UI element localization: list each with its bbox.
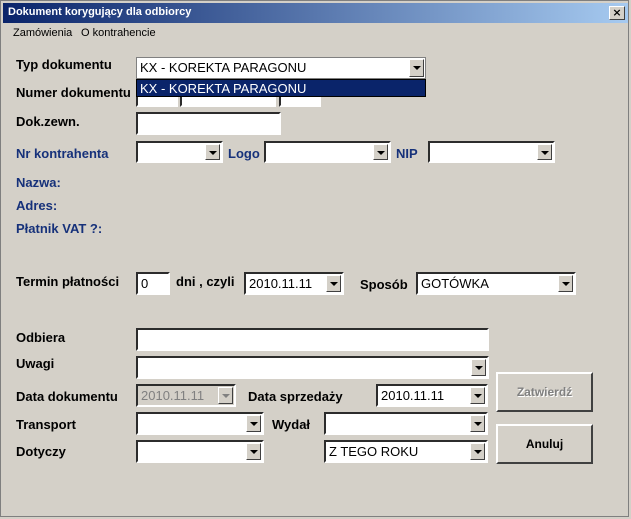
doc-number-label: Numer dokumentu [16, 85, 131, 100]
chevron-down-icon[interactable] [470, 443, 485, 460]
nip-select[interactable] [428, 141, 555, 163]
chevron-down-icon[interactable] [470, 415, 485, 432]
payment-method-select[interactable]: GOTÓWKA [416, 272, 576, 295]
logo-select[interactable] [264, 141, 391, 163]
chevron-down-icon[interactable] [205, 144, 220, 160]
remarks-label: Uwagi [16, 356, 55, 371]
payment-method-value: GOTÓWKA [421, 276, 489, 291]
doc-date-select: 2010.11.11 [136, 384, 236, 407]
payment-date-select[interactable]: 2010.11.11 [244, 272, 344, 295]
chevron-down-icon[interactable] [373, 144, 388, 160]
chevron-down-icon[interactable] [246, 443, 261, 460]
payment-method-label: Sposób [360, 277, 408, 292]
contractor-no-label: Nr kontrahenta [16, 146, 109, 161]
close-button[interactable]: × [609, 6, 625, 20]
ext-doc-label: Dok.zewn. [16, 114, 80, 129]
receiver-input[interactable] [136, 328, 489, 351]
chevron-down-icon [218, 387, 233, 404]
menu-item-about-contractor[interactable]: O kontrahencie [81, 27, 156, 39]
menu-item-orders[interactable]: Zamówienia [13, 27, 72, 39]
transport-select[interactable] [136, 412, 264, 435]
payment-days-input[interactable]: 0 [136, 272, 170, 295]
ext-doc-input[interactable] [136, 112, 281, 135]
name-label: Nazwa: [16, 175, 61, 190]
payment-days-label: dni , czyli [176, 274, 235, 289]
issued-select[interactable] [324, 412, 488, 435]
doc-date-label: Data dokumentu [16, 389, 118, 404]
confirm-button[interactable]: Zatwierdź [496, 372, 593, 412]
doc-type-value: KX - KOREKTA PARAGONU [140, 60, 307, 75]
issued-label: Wydał [272, 417, 311, 432]
chevron-down-icon[interactable] [471, 359, 486, 376]
chevron-down-icon[interactable] [558, 275, 573, 292]
payment-date-value: 2010.11.11 [249, 276, 313, 291]
doc-type-dropdown-option[interactable]: KX - KOREKTA PARAGONU [136, 79, 426, 97]
nip-label: NIP [396, 146, 418, 161]
chevron-down-icon[interactable] [409, 59, 424, 77]
contractor-no-select[interactable] [136, 141, 223, 163]
address-label: Adres: [16, 198, 58, 213]
transport-label: Transport [16, 417, 76, 432]
doc-type-label: Typ dokumentu [16, 57, 112, 72]
chevron-down-icon[interactable] [326, 275, 341, 292]
chevron-down-icon[interactable] [537, 144, 552, 160]
sale-date-value: 2010.11.11 [381, 388, 445, 403]
cancel-button[interactable]: Anuluj [496, 424, 593, 464]
concerns-year-select[interactable]: Z TEGO ROKU [324, 440, 488, 463]
concerns-label: Dotyczy [16, 444, 66, 459]
chevron-down-icon[interactable] [246, 415, 261, 432]
concerns-select[interactable] [136, 440, 264, 463]
doc-date-value: 2010.11.11 [141, 388, 205, 403]
window-title: Dokument korygujący dla odbiorcy [8, 6, 192, 18]
logo-label: Logo [228, 146, 260, 161]
chevron-down-icon[interactable] [470, 387, 485, 404]
sale-date-label: Data sprzedaży [248, 389, 343, 404]
vat-payer-label: Płatnik VAT ?: [16, 221, 103, 236]
receiver-label: Odbiera [16, 330, 66, 345]
payment-term-label: Termin płatności [16, 274, 120, 289]
title-bar[interactable]: Dokument korygujący dla odbiorcy × [3, 3, 628, 23]
remarks-select[interactable] [136, 356, 489, 379]
sale-date-select[interactable]: 2010.11.11 [376, 384, 488, 407]
doc-type-select[interactable]: KX - KOREKTA PARAGONU [136, 57, 426, 79]
concerns-year-value: Z TEGO ROKU [329, 444, 419, 459]
